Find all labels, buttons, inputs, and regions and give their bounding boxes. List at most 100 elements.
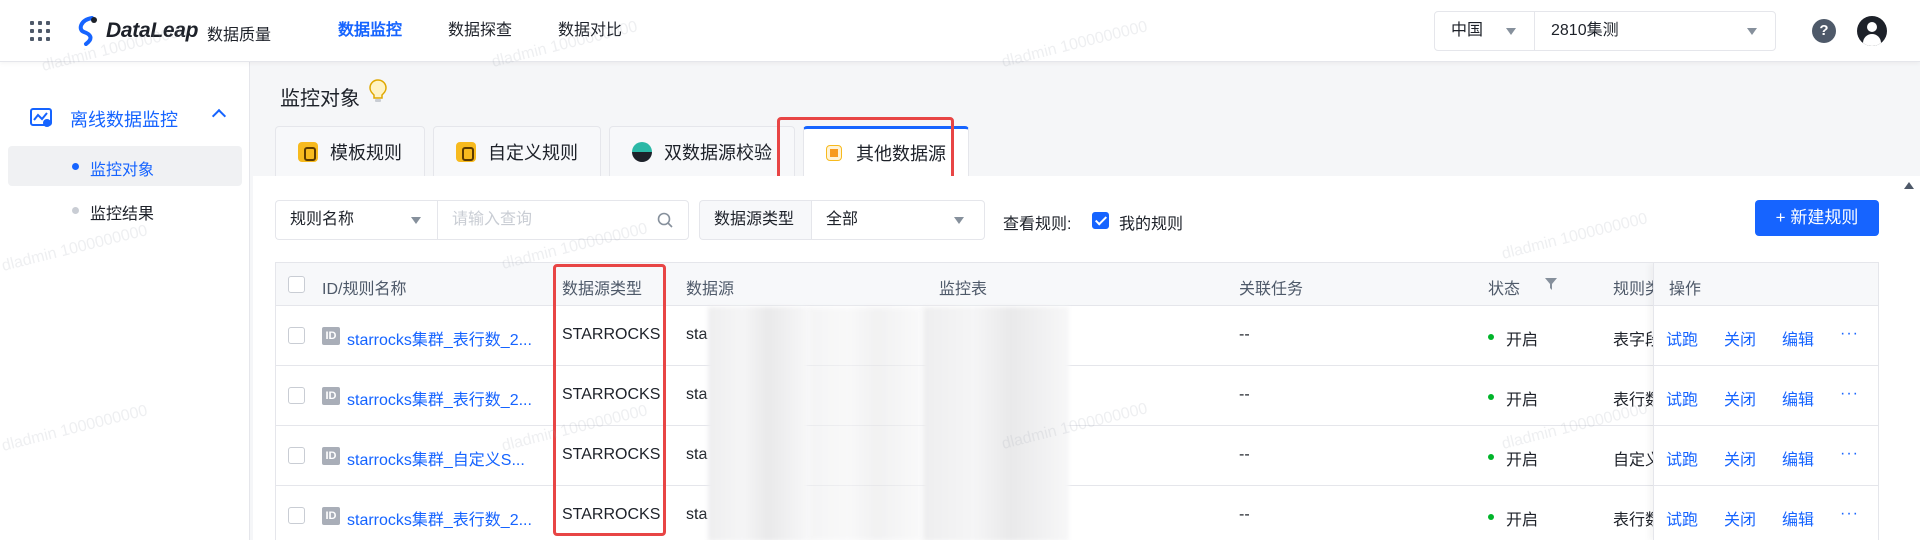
close-rule-button[interactable]: 关闭	[1724, 326, 1756, 350]
new-rule-button[interactable]: + 新建规则	[1755, 200, 1879, 236]
top-header: DataLeap 数据质量 数据监控 数据探查 数据对比 中国 2810集测 ?	[0, 0, 1920, 62]
edit-rule-button[interactable]: 编辑	[1782, 386, 1814, 410]
status-cell: 开启	[1506, 512, 1539, 529]
source-type-cell: STARROCKS	[562, 446, 661, 463]
scroll-up-arrow-icon[interactable]	[1904, 182, 1914, 189]
tab-template-rules[interactable]: 模板规则	[275, 126, 425, 176]
sidebar-item-monitor-results[interactable]: 监控结果	[8, 190, 242, 230]
nav-data-compare[interactable]: 数据对比	[558, 0, 622, 62]
sidebar-group-label: 离线数据监控	[70, 110, 178, 130]
actions-row: 试跑 关闭 编辑 ···	[1654, 307, 1878, 366]
nav-data-monitor[interactable]: 数据监控	[338, 0, 402, 62]
template-rule-icon	[298, 141, 318, 162]
main-content: 监控对象 模板规则 自定义规则 双数据源校验 其他数据源 规则名称 请输入查询 …	[251, 62, 1920, 540]
region-select[interactable]: 中国	[1435, 12, 1535, 50]
table-header: ID/规则名称 数据源类型 数据源 监控表 关联任务 状态 规则类	[276, 263, 1878, 306]
redacted-source-area	[808, 307, 923, 540]
lightbulb-icon[interactable]	[369, 79, 387, 103]
search-input[interactable]	[437, 200, 689, 240]
edit-rule-button[interactable]: 编辑	[1782, 446, 1814, 470]
col-header-source-type: 数据源类型	[562, 281, 643, 298]
custom-rule-icon	[456, 141, 476, 162]
row-checkbox[interactable]	[288, 387, 305, 404]
apps-grid-icon[interactable]	[30, 21, 50, 41]
source-type-value: 全部	[826, 211, 859, 228]
tab-dual-source-check[interactable]: 双数据源校验	[609, 126, 795, 176]
chevron-up-icon[interactable]	[211, 108, 227, 124]
sidebar-group-offline-monitor[interactable]: 离线数据监控	[0, 102, 250, 136]
actions-row: 试跑 关闭 编辑 ···	[1654, 487, 1878, 540]
my-rules-label[interactable]: 我的规则	[1119, 210, 1183, 234]
tab-label: 双数据源校验	[664, 142, 772, 163]
rule-name-link[interactable]: starrocks集群_表行数_2...	[347, 326, 532, 350]
close-rule-button[interactable]: 关闭	[1724, 446, 1756, 470]
tab-other-sources[interactable]: 其他数据源	[803, 126, 969, 176]
edit-rule-button[interactable]: 编辑	[1782, 506, 1814, 530]
source-type-cell: STARROCKS	[562, 386, 661, 403]
close-rule-button[interactable]: 关闭	[1724, 386, 1756, 410]
table-row[interactable]: ID starrocks集群_表行数_2... STARROCKS sta --…	[276, 307, 1878, 366]
edit-rule-button[interactable]: 编辑	[1782, 326, 1814, 350]
rule-name-link[interactable]: starrocks集群_自定义S...	[347, 446, 525, 470]
help-icon[interactable]: ?	[1812, 19, 1836, 43]
caret-down-icon	[1506, 28, 1516, 35]
rule-name-link[interactable]: starrocks集群_表行数_2...	[347, 506, 532, 530]
status-dot-icon	[1488, 394, 1494, 400]
search-icon[interactable]	[657, 212, 673, 228]
caret-down-icon	[1747, 28, 1757, 35]
project-value: 2810集测	[1551, 22, 1619, 39]
dataleap-logo[interactable]: DataLeap	[74, 14, 198, 48]
tab-label: 模板规则	[330, 142, 402, 163]
dual-source-icon	[632, 141, 652, 162]
my-rules-checkbox[interactable]	[1092, 212, 1109, 229]
region-project-selector: 中国 2810集测	[1434, 11, 1776, 51]
id-icon: ID	[322, 327, 340, 345]
status-dot-icon	[1488, 334, 1494, 340]
actions-row: 试跑 关闭 编辑 ···	[1654, 367, 1878, 426]
filter-funnel-icon[interactable]	[1544, 277, 1558, 291]
tab-custom-rules[interactable]: 自定义规则	[433, 126, 601, 176]
source-cell: sta	[686, 446, 708, 463]
trial-run-button[interactable]: 试跑	[1666, 326, 1698, 350]
close-rule-button[interactable]: 关闭	[1724, 506, 1756, 530]
user-avatar-icon[interactable]	[1857, 16, 1887, 46]
source-cell: sta	[686, 506, 708, 523]
row-checkbox[interactable]	[288, 507, 305, 524]
monitor-chart-icon	[30, 108, 52, 127]
related-task-cell: --	[1239, 446, 1250, 463]
col-header-monitor-table: 监控表	[939, 281, 988, 298]
sidebar-item-label: 监控对象	[90, 162, 155, 179]
status-cell: 开启	[1506, 452, 1539, 469]
more-dots-icon[interactable]: ···	[1840, 325, 1859, 343]
source-cell: sta	[686, 386, 708, 403]
id-icon: ID	[322, 507, 340, 525]
status-dot-icon	[1488, 454, 1494, 460]
search-field-select[interactable]: 规则名称	[275, 200, 437, 240]
more-dots-icon[interactable]: ···	[1840, 445, 1859, 463]
main-nav: 数据监控 数据探查 数据对比	[338, 0, 668, 62]
rule-name-link[interactable]: starrocks集群_表行数_2...	[347, 386, 532, 410]
more-dots-icon[interactable]: ···	[1840, 385, 1859, 403]
source-cell: sta	[686, 326, 708, 343]
caret-down-icon	[411, 217, 421, 224]
trial-run-button[interactable]: 试跑	[1666, 506, 1698, 530]
table-row[interactable]: ID starrocks集群_表行数_2... STARROCKS sta --…	[276, 367, 1878, 426]
row-checkbox[interactable]	[288, 327, 305, 344]
sidebar-item-label: 监控结果	[90, 206, 155, 223]
trial-run-button[interactable]: 试跑	[1666, 446, 1698, 470]
trial-run-button[interactable]: 试跑	[1666, 386, 1698, 410]
sidebar-item-monitor-objects[interactable]: 监控对象	[8, 146, 242, 186]
source-type-cell: STARROCKS	[562, 326, 661, 343]
related-task-cell: --	[1239, 386, 1250, 403]
select-all-checkbox[interactable]	[288, 276, 305, 293]
col-header-source: 数据源	[686, 281, 735, 298]
more-dots-icon[interactable]: ···	[1840, 505, 1859, 523]
table-row[interactable]: ID starrocks集群_表行数_2... STARROCKS sta --…	[276, 487, 1878, 540]
project-select[interactable]: 2810集测	[1535, 12, 1775, 50]
table-row[interactable]: ID starrocks集群_自定义S... STARROCKS sta -- …	[276, 427, 1878, 486]
product-name[interactable]: 数据质量	[207, 21, 271, 45]
row-checkbox[interactable]	[288, 447, 305, 464]
source-type-select[interactable]: 全部	[811, 200, 985, 240]
nav-data-explore[interactable]: 数据探查	[448, 0, 512, 62]
id-icon: ID	[322, 447, 340, 465]
